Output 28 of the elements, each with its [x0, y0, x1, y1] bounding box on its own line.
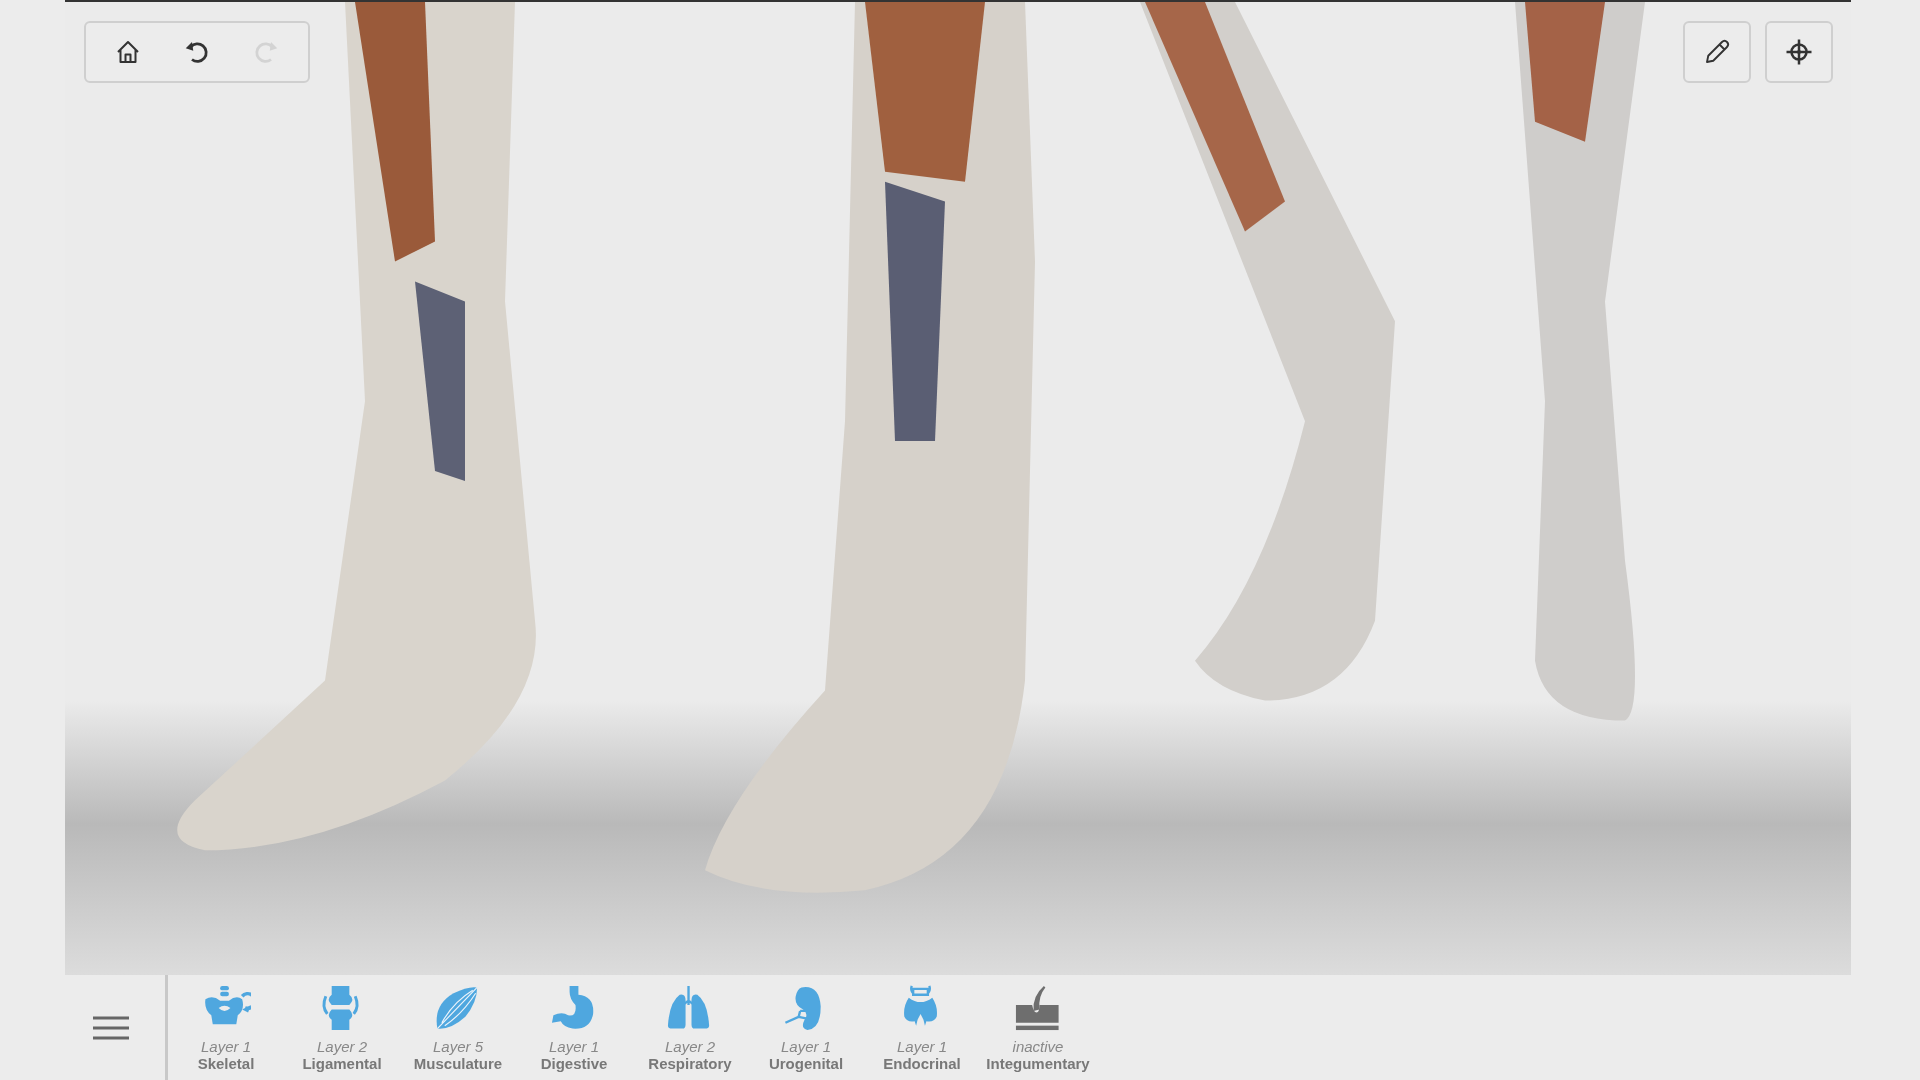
system-toggle[interactable]: Layer 5 Musculature	[400, 975, 516, 1080]
system-name: Urogenital	[768, 1055, 844, 1072]
pencil-button[interactable]	[1683, 21, 1751, 83]
layer-label: Layer 2	[664, 1039, 715, 1055]
system-name: Ligamental	[302, 1055, 382, 1072]
system-toggle[interactable]: Layer 1 Endocrinal	[864, 975, 980, 1080]
layer-label: Layer 1	[200, 1039, 251, 1055]
layer-label: Layer 1	[780, 1039, 831, 1055]
crosshair-button[interactable]	[1765, 21, 1833, 83]
system-toggle[interactable]: Layer 2 Respiratory	[632, 975, 748, 1080]
crosshair-icon	[1784, 37, 1814, 67]
layer-label: inactive	[1012, 1039, 1064, 1055]
system-toggle[interactable]: inactive Integumentary	[980, 975, 1096, 1080]
system-toggle[interactable]: Layer 1 Urogenital	[748, 975, 864, 1080]
system-toggle[interactable]: Layer 1 Digestive	[516, 975, 632, 1080]
system-name: Endocrinal	[883, 1055, 961, 1072]
system-toggle[interactable]: Layer 1 Skeletal	[168, 975, 284, 1080]
system-toggle[interactable]: Layer 2 Ligamental	[284, 975, 400, 1080]
system-name: Digestive	[540, 1055, 608, 1072]
menu-icon	[91, 1014, 131, 1041]
layer-label: Layer 1	[896, 1039, 947, 1055]
system-name: Respiratory	[648, 1055, 732, 1072]
system-name: Musculature	[413, 1055, 503, 1072]
system-name: Integumentary	[986, 1055, 1090, 1072]
layer-label: Layer 2	[316, 1039, 367, 1055]
layer-label: Layer 5	[432, 1039, 483, 1055]
system-name: Skeletal	[197, 1055, 255, 1072]
layer-label: Layer 1	[548, 1039, 599, 1055]
